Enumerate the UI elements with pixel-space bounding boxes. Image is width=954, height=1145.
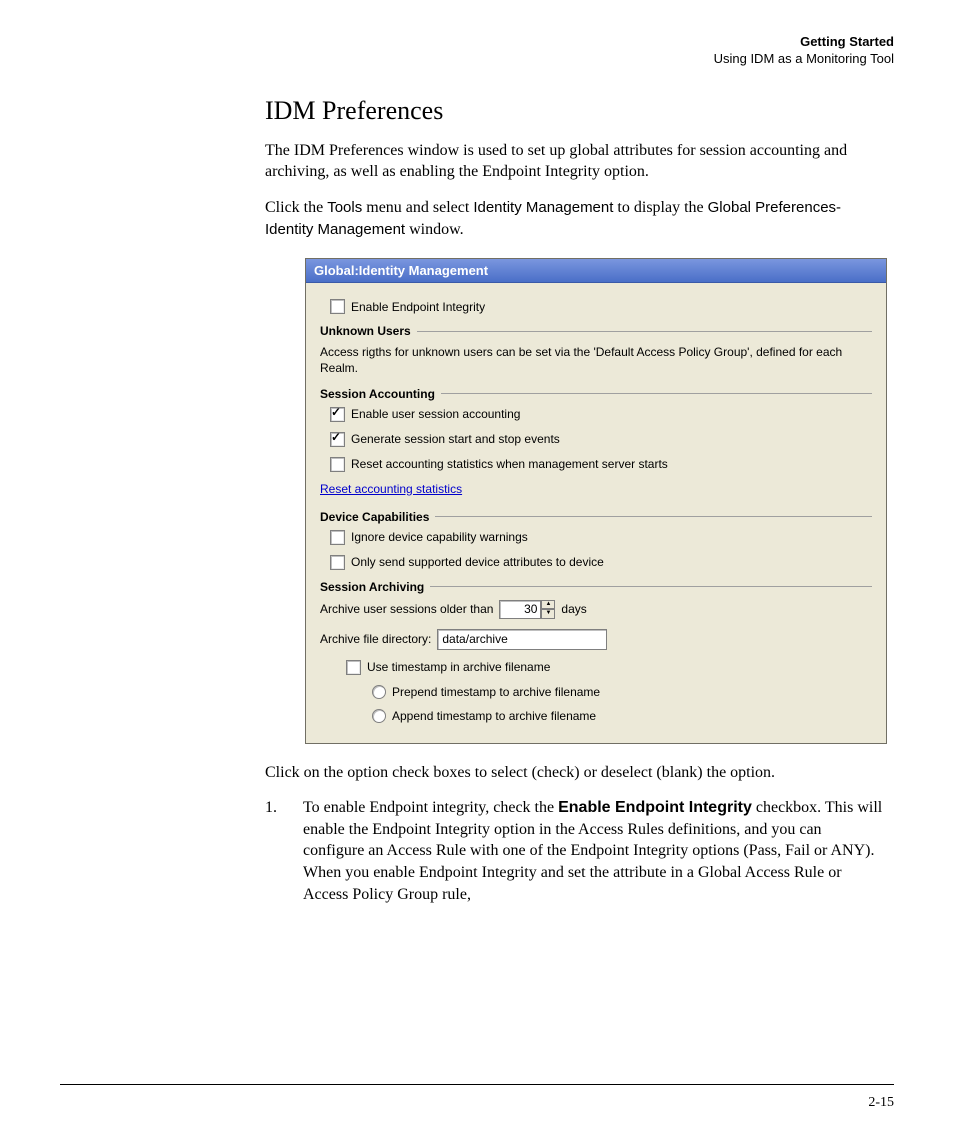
group-rule	[441, 393, 872, 394]
generate-session-events-row: Generate session start and stop events	[330, 432, 872, 447]
enable-endpoint-integrity-checkbox[interactable]	[330, 299, 345, 314]
only-send-supported-label: Only send supported device attributes to…	[351, 555, 604, 569]
enable-user-session-accounting-row: Enable user session accounting	[330, 407, 872, 422]
paragraph-3: Click on the option check boxes to selec…	[265, 762, 884, 784]
archive-days-spinner[interactable]: 30 ▲ ▼	[499, 600, 555, 619]
generate-session-events-checkbox[interactable]	[330, 432, 345, 447]
footer-rule	[60, 1084, 894, 1085]
generate-session-events-label: Generate session start and stop events	[351, 432, 560, 446]
paragraph-1: The IDM Preferences window is used to se…	[265, 140, 884, 183]
dialog-titlebar: Global:Identity Management	[306, 259, 886, 283]
spinner-arrows[interactable]: ▲ ▼	[541, 600, 555, 619]
use-timestamp-label: Use timestamp in archive filename	[367, 660, 550, 674]
only-send-supported-checkbox[interactable]	[330, 555, 345, 570]
archive-older-than-row: Archive user sessions older than 30 ▲ ▼ …	[320, 600, 872, 619]
spinner-up-icon[interactable]: ▲	[541, 600, 555, 610]
enable-endpoint-integrity-row: Enable Endpoint Integrity	[330, 299, 872, 314]
step-1-number: 1.	[265, 797, 285, 905]
page-number: 2-15	[868, 1095, 894, 1111]
ignore-device-warnings-row: Ignore device capability warnings	[330, 530, 872, 545]
reset-stats-on-start-label: Reset accounting statistics when managem…	[351, 457, 668, 471]
use-timestamp-checkbox[interactable]	[346, 660, 361, 675]
dialog-screenshot: Global:Identity Management Enable Endpoi…	[305, 258, 887, 743]
dialog-body: Enable Endpoint Integrity Unknown Users …	[306, 283, 886, 742]
reset-stats-on-start-row: Reset accounting statistics when managem…	[330, 457, 872, 472]
enable-user-session-accounting-label: Enable user session accounting	[351, 407, 520, 421]
device-capabilities-group: Device Capabilities Ignore device capabi…	[320, 510, 872, 570]
prepend-timestamp-radio[interactable]	[372, 685, 386, 699]
unknown-users-group: Unknown Users Access rigths for unknown …	[320, 324, 872, 376]
enable-endpoint-integrity-label: Enable Endpoint Integrity	[351, 300, 485, 314]
reset-stats-on-start-checkbox[interactable]	[330, 457, 345, 472]
archive-older-than-post: days	[561, 602, 586, 616]
prepend-timestamp-row: Prepend timestamp to archive filename	[372, 685, 872, 699]
prepend-timestamp-label: Prepend timestamp to archive filename	[392, 685, 600, 699]
session-accounting-label: Session Accounting	[320, 387, 435, 401]
session-archiving-group: Session Archiving Archive user sessions …	[320, 580, 872, 723]
step-1: 1. To enable Endpoint integrity, check t…	[265, 797, 884, 905]
step-1-body: To enable Endpoint integrity, check the …	[303, 797, 884, 905]
ignore-device-warnings-label: Ignore device capability warnings	[351, 530, 528, 544]
running-header: Getting Started Using IDM as a Monitorin…	[60, 34, 894, 68]
unknown-users-desc: Access rigths for unknown users can be s…	[320, 344, 872, 376]
header-bold: Getting Started	[60, 34, 894, 51]
use-timestamp-row: Use timestamp in archive filename	[346, 660, 872, 675]
content-column: IDM Preferences The IDM Preferences wind…	[265, 96, 884, 905]
archive-directory-label: Archive file directory:	[320, 632, 431, 646]
append-timestamp-label: Append timestamp to archive filename	[392, 709, 596, 723]
section-title: IDM Preferences	[265, 96, 884, 126]
append-timestamp-radio[interactable]	[372, 709, 386, 723]
paragraph-2: Click the Tools menu and select Identity…	[265, 197, 884, 240]
archive-directory-row: Archive file directory: data/archive	[320, 629, 872, 650]
enable-user-session-accounting-checkbox[interactable]	[330, 407, 345, 422]
document-page: Getting Started Using IDM as a Monitorin…	[0, 0, 954, 1145]
header-sub: Using IDM as a Monitoring Tool	[60, 51, 894, 68]
group-rule	[430, 586, 872, 587]
session-accounting-group: Session Accounting Enable user session a…	[320, 387, 872, 502]
spinner-down-icon[interactable]: ▼	[541, 609, 555, 619]
only-send-supported-row: Only send supported device attributes to…	[330, 555, 872, 570]
group-rule	[435, 516, 872, 517]
ignore-device-warnings-checkbox[interactable]	[330, 530, 345, 545]
session-archiving-label: Session Archiving	[320, 580, 424, 594]
append-timestamp-row: Append timestamp to archive filename	[372, 709, 872, 723]
ordered-steps: 1. To enable Endpoint integrity, check t…	[265, 797, 884, 905]
group-rule	[417, 331, 872, 332]
archive-days-value[interactable]: 30	[499, 600, 541, 619]
archive-directory-input[interactable]: data/archive	[437, 629, 607, 650]
archive-older-than-pre: Archive user sessions older than	[320, 602, 493, 616]
unknown-users-label: Unknown Users	[320, 324, 411, 338]
device-capabilities-label: Device Capabilities	[320, 510, 429, 524]
reset-accounting-statistics-link[interactable]: Reset accounting statistics	[320, 482, 462, 496]
